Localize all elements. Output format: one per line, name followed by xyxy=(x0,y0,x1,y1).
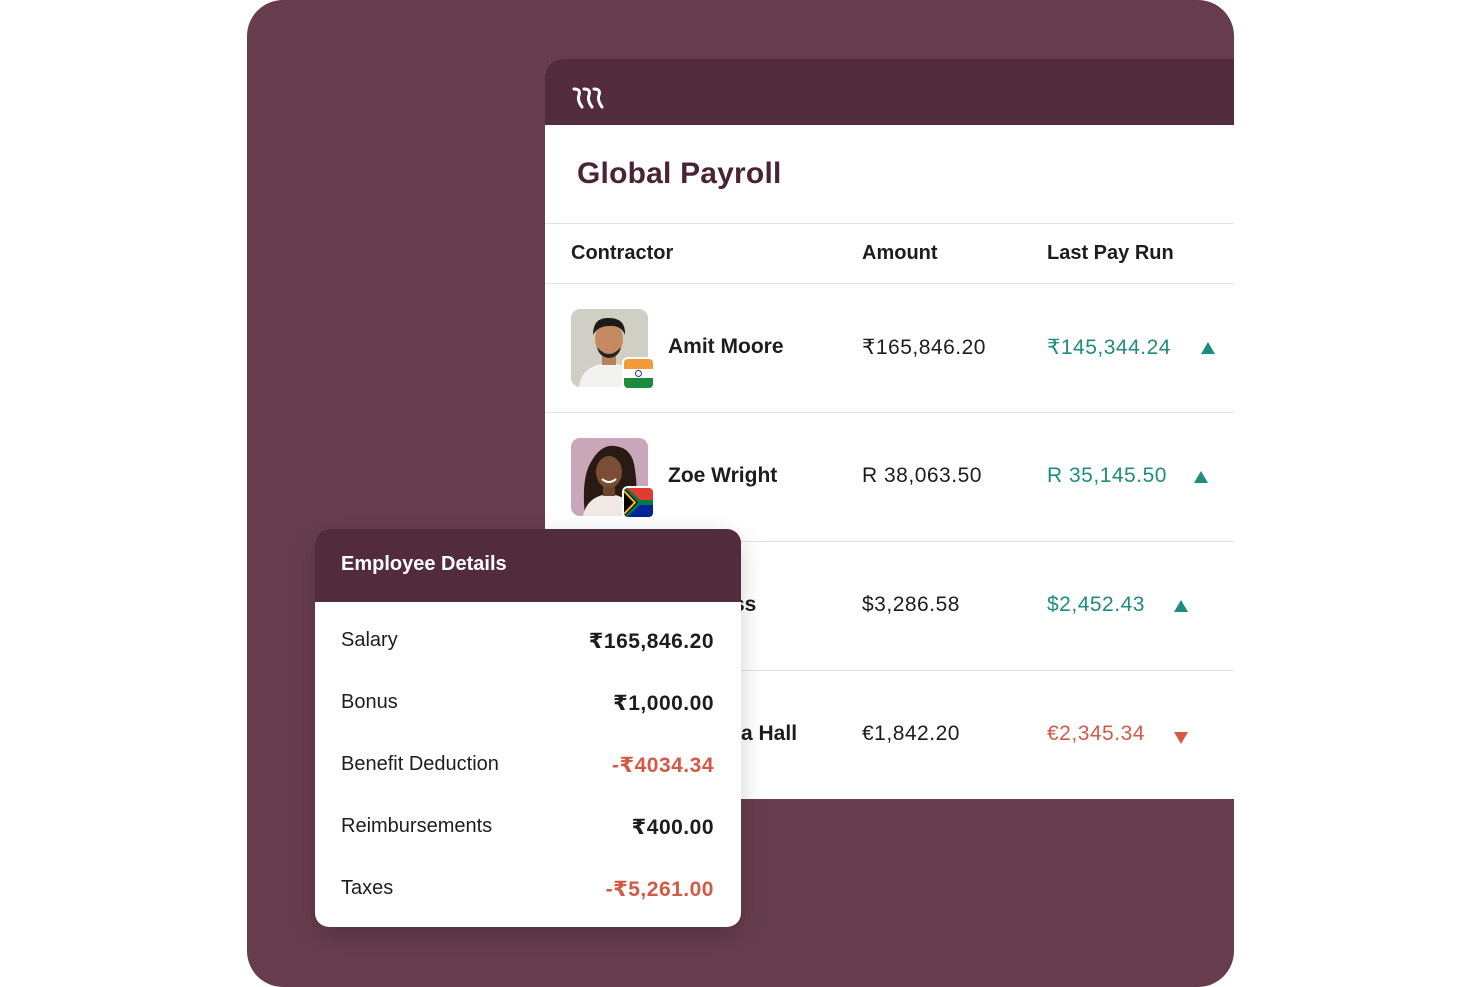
card-header: Employee Details xyxy=(315,529,741,602)
trend-up-icon xyxy=(1194,471,1208,483)
detail-value: -₹4034.34 xyxy=(611,754,714,777)
india-flag-icon xyxy=(622,357,655,390)
detail-row-reimbursements: Reimbursements ₹400.00 xyxy=(341,815,714,845)
column-header-contractor[interactable]: Contractor xyxy=(571,242,673,265)
amount-value: €1,842.20 xyxy=(862,722,960,745)
table-row[interactable]: Zoe Wright R 38,063.50 R 35,145.50 xyxy=(545,413,1234,542)
detail-label: Benefit Deduction xyxy=(341,753,499,775)
detail-value: ₹400.00 xyxy=(631,816,714,839)
amount-value: ₹165,846.20 xyxy=(862,336,986,359)
detail-row-taxes: Taxes -₹5,261.00 xyxy=(341,877,714,907)
detail-label: Bonus xyxy=(341,691,398,713)
last-pay-run-value: R 35,145.50 xyxy=(1047,464,1167,487)
detail-value: ₹1,000.00 xyxy=(613,692,714,715)
page-title: Global Payroll xyxy=(577,157,782,190)
last-pay-run-value: $2,452.43 xyxy=(1047,593,1145,616)
detail-row-bonus: Bonus ₹1,000.00 xyxy=(341,691,714,721)
detail-value: ₹165,846.20 xyxy=(588,630,714,653)
employee-details-card: Employee Details Salary ₹165,846.20 Bonu… xyxy=(315,529,741,927)
amount-value: $3,286.58 xyxy=(862,593,960,616)
contractor-name: Zoe Wright xyxy=(668,464,778,487)
table-header: Contractor Amount Last Pay Run xyxy=(545,224,1234,284)
contractor-name: a Hall xyxy=(741,722,798,745)
trend-up-icon xyxy=(1201,342,1215,354)
last-pay-run-value: €2,345.34 xyxy=(1047,722,1145,745)
table-row[interactable]: Amit Moore ₹165,846.20 ₹145,344.24 xyxy=(545,284,1234,413)
card-title: Employee Details xyxy=(341,553,507,575)
contractor-name: Amit Moore xyxy=(668,335,784,358)
amount-value: R 38,063.50 xyxy=(862,464,982,487)
column-header-last-pay-run[interactable]: Last Pay Run xyxy=(1047,242,1174,265)
trend-up-icon xyxy=(1174,600,1188,612)
last-pay-run-value: ₹145,344.24 xyxy=(1047,336,1171,359)
detail-row-benefit-deduction: Benefit Deduction -₹4034.34 xyxy=(341,753,714,783)
detail-row-salary: Salary ₹165,846.20 xyxy=(341,629,714,659)
detail-value: -₹5,261.00 xyxy=(605,878,714,901)
south-africa-flag-icon xyxy=(622,486,655,519)
logo-icon xyxy=(572,87,604,109)
trend-down-icon xyxy=(1174,732,1188,744)
detail-label: Salary xyxy=(341,629,398,651)
detail-label: Reimbursements xyxy=(341,815,493,837)
detail-label: Taxes xyxy=(341,877,394,899)
column-header-amount[interactable]: Amount xyxy=(862,242,938,265)
window-header xyxy=(545,59,1234,125)
